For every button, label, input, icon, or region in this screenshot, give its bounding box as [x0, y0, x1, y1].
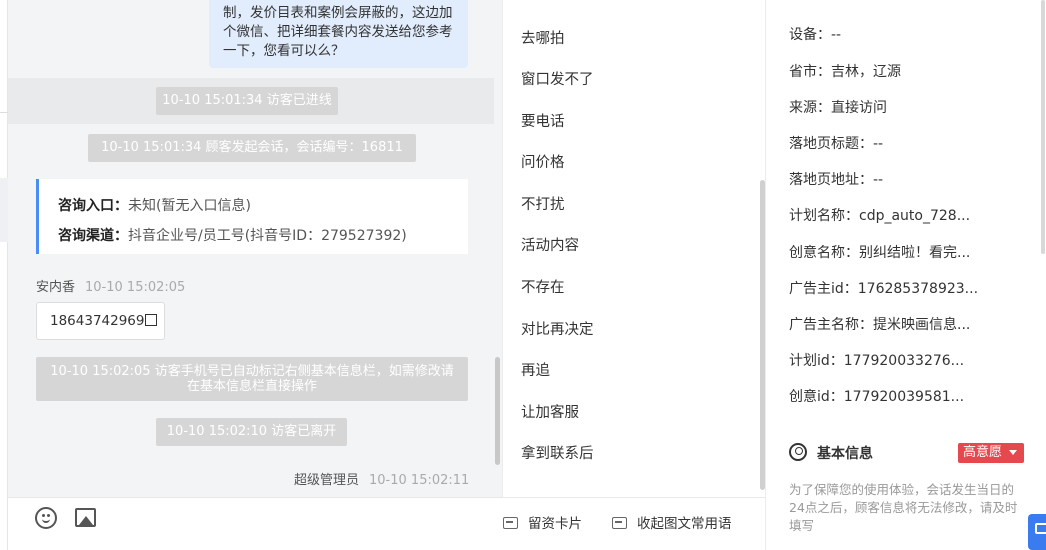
quick-reply-item[interactable]: 拿到联系后 — [521, 442, 594, 463]
info-creative-id: 创意id：177920039581... — [789, 389, 965, 405]
info-plan-id: 计划id：177920033276... — [789, 353, 965, 369]
quick-reply-item[interactable]: 窗口发不了 — [521, 68, 594, 89]
info-region: 省市：吉林，辽源 — [789, 64, 901, 80]
info-source: 来源：直接访问 — [789, 100, 887, 116]
gutter-highlight — [0, 178, 8, 242]
entry-info-card: 咨询入口：未知(暂无入口信息) 咨询渠道：抖音企业号/员工号(抖音号ID：279… — [36, 179, 468, 254]
quick-reply-item[interactable]: 问价格 — [521, 151, 565, 172]
info-advertiser-id: 广告主id：176285378923... — [789, 281, 979, 297]
visitor-phone: 18643742969 — [50, 313, 145, 329]
intent-dropdown[interactable]: 高意愿 — [958, 443, 1024, 463]
admin-header: 超级管理员 10-10 15:02:11 — [294, 469, 469, 488]
card-icon — [503, 517, 518, 529]
chat-float-button[interactable] — [1028, 514, 1046, 550]
gutter-divider — [0, 112, 8, 113]
quick-reply-item[interactable]: 不存在 — [521, 276, 565, 297]
user-icon — [789, 443, 807, 461]
quick-reply-item[interactable]: 再追 — [521, 359, 550, 380]
lead-card-button[interactable]: 留资卡片 — [503, 512, 582, 532]
chat-scrollbar[interactable] — [495, 357, 500, 465]
entry-label: 咨询入口： — [58, 198, 128, 214]
input-toolbar: 留资卡片 收起图文常用语 — [8, 497, 765, 550]
info-device: 设备：-- — [789, 27, 842, 43]
admin-name: 超级管理员 — [294, 473, 360, 488]
chat-icon — [1035, 523, 1046, 534]
quick-reply-item[interactable]: 活动内容 — [521, 234, 579, 255]
quick-reply-item[interactable]: 要电话 — [521, 110, 565, 131]
lead-card-label: 留资卡片 — [528, 516, 582, 532]
entry-value: 未知(暂无入口信息) — [128, 198, 251, 214]
visitor-info-panel: 设备：-- 省市：吉林，辽源 来源：直接访问 落地页标题：-- 落地页地址：--… — [765, 0, 1046, 550]
image-mountain — [79, 516, 93, 525]
basic-info-header: 基本信息 — [789, 443, 873, 463]
quick-reply-panel: 去哪拍 窗口发不了 要电话 问价格 不打扰 活动内容 不存在 对比再决定 再追 … — [502, 0, 765, 497]
visitor-time: 10-10 15:02:05 — [85, 280, 186, 295]
copy-icon[interactable] — [145, 314, 158, 326]
visitor-phone-message: 18643742969 — [36, 302, 165, 340]
quick-reply-item[interactable]: 去哪拍 — [521, 27, 565, 48]
emoji-icon[interactable] — [35, 507, 57, 529]
system-message-entered: 10-10 15:01:34 访客已进线 — [156, 87, 338, 115]
system-message-left: 10-10 15:02:10 访客已离开 — [156, 418, 347, 446]
channel-row: 咨询渠道：抖音企业号/员工号(抖音号ID：279527392) — [58, 221, 468, 251]
collapse-phrases-button[interactable]: 收起图文常用语 — [612, 512, 732, 532]
collapse-label: 收起图文常用语 — [637, 516, 732, 532]
system-message-session: 10-10 15:01:34 顾客发起会话，会话编号：16811 — [88, 134, 416, 162]
admin-time: 10-10 15:02:11 — [369, 473, 470, 488]
quick-reply-item[interactable]: 对比再决定 — [521, 318, 594, 339]
info-scrollbar[interactable] — [1041, 0, 1045, 254]
quick-reply-item[interactable]: 不打扰 — [521, 193, 565, 214]
info-creative-name: 创意名称：别纠结啦！看完... — [789, 245, 971, 261]
agent-message-bubble: 制，发价目表和案例会屏蔽的，这边加个微信、把详细套餐内容发送给您参考一下，您看可… — [209, 0, 468, 68]
channel-label: 咨询渠道： — [58, 228, 128, 244]
caret-down-icon — [1009, 450, 1017, 455]
chat-workspace: 制，发价目表和案例会屏蔽的，这边加个微信、把详细套餐内容发送给您参考一下，您看可… — [0, 0, 1046, 550]
entry-row: 咨询入口：未知(暂无入口信息) — [58, 191, 468, 221]
quick-reply-item[interactable]: 让加客服 — [521, 401, 579, 422]
image-icon[interactable] — [75, 508, 96, 527]
info-landing-title: 落地页标题：-- — [789, 136, 884, 152]
visitor-name: 安内香 — [36, 280, 76, 295]
channel-value: 抖音企业号/员工号(抖音号ID：279527392) — [128, 228, 407, 244]
basic-info-title: 基本信息 — [817, 446, 873, 462]
intent-label: 高意愿 — [963, 445, 1003, 460]
message-icon — [612, 517, 627, 529]
edit-notice: 为了保障您的使用体验，会话发生当日的24点之后，顾客信息将无法修改，请及时填写 — [789, 482, 1018, 533]
info-advertiser-name: 广告主名称：提米映画信息... — [789, 317, 971, 333]
left-gutter — [0, 0, 8, 550]
info-landing-url: 落地页地址：-- — [789, 172, 884, 188]
chat-history[interactable]: 制，发价目表和案例会屏蔽的，这边加个微信、把详细套餐内容发送给您参考一下，您看可… — [8, 0, 502, 497]
system-message-marked: 10-10 15:02:05 访客手机号已自动标记右侧基本信息栏，如需修改请在基… — [36, 357, 468, 401]
visitor-header: 安内香 10-10 15:02:05 — [36, 276, 185, 295]
info-plan-name: 计划名称：cdp_auto_728... — [789, 208, 971, 224]
emoji-mouth — [42, 518, 50, 523]
